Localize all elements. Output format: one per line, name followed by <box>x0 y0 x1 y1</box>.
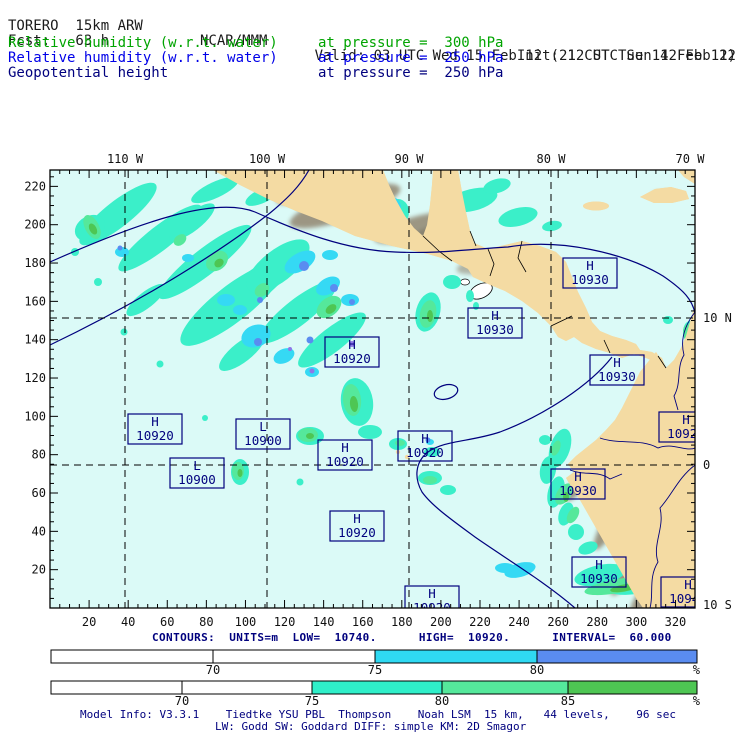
colorbar-segment <box>537 650 697 663</box>
colorbar-segment <box>568 681 697 694</box>
colorbar-segment <box>312 681 442 694</box>
x-axis-labels: 20 40 60 80 100 120 140 160 180 200 220 240 260 280 30… <box>82 615 686 629</box>
hl-value: 10920 <box>326 454 364 469</box>
y-tick-label: 160 <box>24 294 46 308</box>
y-tick-label: 80 <box>32 448 46 462</box>
hl-value: 10900 <box>178 472 216 487</box>
y-tick-label: 220 <box>24 179 46 193</box>
x-tick-label: 20 <box>82 615 96 629</box>
x-tick-label: 140 <box>313 615 335 629</box>
colorbar-legends: 70 75 80 % 70 75 80 85% <box>50 649 701 708</box>
longitude-label: 100 W <box>249 152 286 166</box>
x-tick-label: 60 <box>160 615 174 629</box>
colorbar-1: 70 75 80% <box>50 649 701 677</box>
x-tick-label: 320 <box>665 615 687 629</box>
latitude-label: 10 S <box>703 598 732 612</box>
hl-letter: L <box>193 458 201 473</box>
longitude-label: 70 W <box>676 152 706 166</box>
hl-letter: L <box>259 419 267 434</box>
colorbar-2: 70 75 80 85% <box>50 680 701 708</box>
model-info-line2: LW: Godd SW: Goddard DIFF: simple KM: 2D… <box>215 720 527 733</box>
hl-letter: H <box>353 511 361 526</box>
hl-value: 10900 <box>244 433 282 448</box>
hl-letter: H <box>574 469 582 484</box>
hl-letter: H <box>421 431 429 446</box>
x-tick-label: 260 <box>547 615 569 629</box>
x-tick-label: 300 <box>626 615 648 629</box>
x-tick-label: 80 <box>199 615 213 629</box>
hl-letter: H <box>151 414 159 429</box>
weather-model-page: TORERO 15km ARW NCAR/MMM Init: 12 UTC Su… <box>0 0 740 740</box>
hl-value: 10920 <box>338 525 376 540</box>
colorbar-segment <box>51 681 182 694</box>
colorbar-tick-label: 80 <box>530 663 544 677</box>
longitude-label: 110 W <box>107 152 144 166</box>
hl-value: 10930 <box>571 272 609 287</box>
hl-letter: H <box>348 337 356 352</box>
longitude-label: 80 W <box>537 152 567 166</box>
lake-managua <box>460 278 470 286</box>
colorbar-segment <box>213 650 375 663</box>
colorbar-tick-label: 75 <box>305 694 319 708</box>
x-tick-label: 240 <box>508 615 530 629</box>
hl-value: 10930 <box>580 571 618 586</box>
colorbar-segment <box>51 650 213 663</box>
x-tick-label: 160 <box>352 615 374 629</box>
x-tick-label: 100 <box>235 615 257 629</box>
hl-letter: H <box>613 355 621 370</box>
hl-value: 10930 <box>598 369 636 384</box>
hl-letter: H <box>684 577 692 592</box>
hl-letter: H <box>682 412 690 427</box>
latitude-label: 0 <box>703 458 710 472</box>
y-tick-label: 40 <box>32 524 46 538</box>
colorbar-unit-label: % <box>693 663 701 677</box>
colorbar-tick-label: 75 <box>368 663 382 677</box>
y-axis-labels: 20 40 60 80 100 120 140 160 180 200 220 <box>24 179 46 576</box>
colorbar-segment <box>182 681 312 694</box>
y-tick-label: 200 <box>24 218 46 232</box>
x-tick-label: 120 <box>274 615 296 629</box>
x-tick-label: 40 <box>121 615 135 629</box>
hl-letter: H <box>586 258 594 273</box>
longitude-label: 90 W <box>395 152 425 166</box>
hl-letter: H <box>341 440 349 455</box>
y-tick-label: 100 <box>24 409 46 423</box>
colorbar-tick-label: 80 <box>435 694 449 708</box>
hl-letter: H <box>428 586 436 601</box>
hl-value: 10920 <box>406 445 444 460</box>
hl-letter: H <box>491 308 499 323</box>
latitude-label: 10 N <box>703 311 732 325</box>
x-tick-label: 280 <box>586 615 608 629</box>
colorbar-segment <box>442 681 568 694</box>
hl-value: 10920 <box>136 428 174 443</box>
hl-value: 10930 <box>476 322 514 337</box>
x-tick-label: 180 <box>391 615 413 629</box>
y-tick-label: 20 <box>32 563 46 577</box>
colorbar-tick-label: 70 <box>206 663 220 677</box>
y-tick-label: 120 <box>24 371 46 385</box>
hl-value: 10920 <box>667 426 705 441</box>
y-tick-label: 180 <box>24 256 46 270</box>
weather-map: H10930H10930H10920 H10930H10920L10900 H109… <box>24 152 732 708</box>
map-area: H10930H10930H10920 H10930H10920L10900 H109… <box>50 170 707 608</box>
hl-value: 10930 <box>559 483 597 498</box>
colorbar-segment <box>375 650 537 663</box>
contour-caption: CONTOURS: UNITS=m LOW= 10740. HIGH= 1092… <box>152 631 672 644</box>
x-tick-label: 200 <box>430 615 452 629</box>
y-tick-label: 60 <box>32 486 46 500</box>
hl-letter: H <box>595 557 603 572</box>
colorbar-unit-label: % <box>693 694 701 708</box>
y-tick-label: 140 <box>24 333 46 347</box>
colorbar-tick-label: 70 <box>175 694 189 708</box>
hl-value: 10920 <box>333 351 371 366</box>
colorbar-tick-label: 85 <box>561 694 575 708</box>
hl-value: 10940 <box>669 591 707 606</box>
x-tick-label: 220 <box>469 615 491 629</box>
